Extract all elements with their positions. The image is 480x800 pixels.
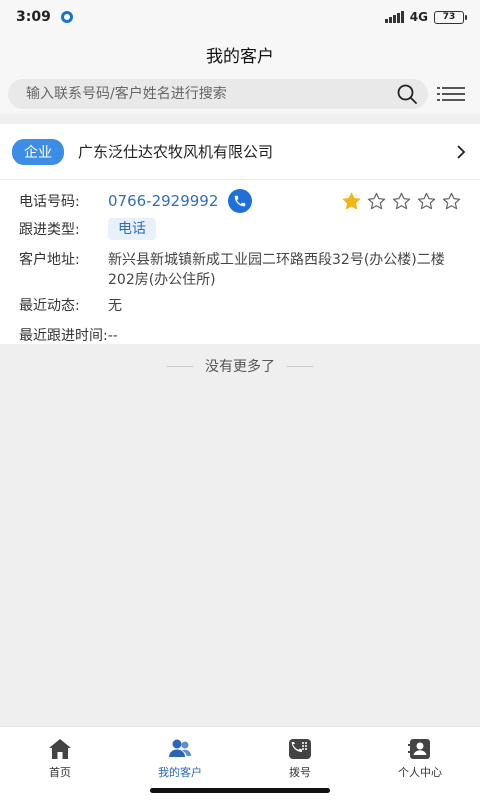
status-bar: 3:09 4G 73	[0, 0, 480, 34]
status-indicators: 4G 73	[384, 10, 467, 24]
customer-card-body: 电话号码: 0766-2929992 跟进类型: 电话 客户地址: 新兴县新城镇…	[0, 180, 480, 362]
followup-type-label: 跟进类型:	[19, 222, 80, 238]
last-followup-value: --	[107, 328, 118, 344]
star-empty-icon[interactable]	[417, 192, 436, 211]
tab-label-my-customers: 我的客户	[158, 766, 202, 779]
customers-icon	[168, 738, 192, 760]
home-icon	[48, 738, 72, 760]
notification-app-icon	[60, 11, 73, 23]
nav-bar: 我的客户	[0, 34, 480, 74]
rating-stars[interactable]	[342, 192, 461, 211]
star-filled-icon[interactable]	[342, 192, 361, 211]
tab-profile[interactable]: 个人中心	[360, 727, 480, 800]
phone-label: 电话号码:	[19, 194, 80, 210]
last-followup-label: 最近跟进时间:	[19, 328, 108, 344]
network-type: 4G	[409, 10, 428, 24]
star-empty-icon[interactable]	[442, 192, 461, 211]
followup-type-tag: 电话	[108, 218, 156, 240]
tab-home[interactable]: 首页	[0, 727, 120, 800]
search-input[interactable]	[26, 86, 396, 102]
tab-label-dialer: 拨号	[289, 766, 311, 779]
list-menu-icon[interactable]	[436, 79, 466, 109]
battery-icon: 73	[434, 10, 467, 24]
customer-card-header[interactable]: 企业 广东泛仕达农牧风机有限公司	[0, 124, 480, 180]
divider-line	[287, 365, 313, 367]
tab-label-profile: 个人中心	[398, 766, 442, 779]
address-label: 客户地址:	[19, 252, 80, 268]
tab-label-home: 首页	[49, 766, 71, 779]
search-box[interactable]	[8, 79, 428, 109]
phone-row: 电话号码: 0766-2929992	[19, 188, 461, 214]
profile-icon	[408, 738, 432, 760]
divider-line	[167, 365, 193, 367]
search-icon[interactable]	[396, 83, 418, 105]
company-name: 广东泛仕达农牧风机有限公司	[78, 143, 274, 161]
status-time: 3:09	[16, 9, 51, 25]
dialpad-icon	[288, 738, 312, 760]
search-row	[0, 74, 480, 114]
list-end-indicator: 没有更多了	[0, 352, 480, 380]
page-title: 我的客户	[206, 46, 274, 67]
no-more-text: 没有更多了	[205, 359, 275, 375]
address-value: 新兴县新城镇新成工业园二环路西段32号(办公楼)二楼202房(办公住所)	[108, 252, 445, 288]
phone-number[interactable]: 0766-2929992	[108, 191, 218, 211]
star-empty-icon[interactable]	[392, 192, 411, 211]
followup-type-row: 跟进类型: 电话	[19, 218, 461, 244]
recent-activity-label: 最近动态:	[19, 298, 80, 314]
address-row: 客户地址: 新兴县新城镇新成工业园二环路西段32号(办公楼)二楼202房(办公住…	[19, 248, 461, 290]
home-indicator[interactable]	[150, 788, 330, 793]
star-empty-icon[interactable]	[367, 192, 386, 211]
customer-type-badge: 企业	[12, 138, 64, 165]
customer-card[interactable]: 企业 广东泛仕达农牧风机有限公司 电话号码: 0766-2929992 跟进类型…	[0, 124, 480, 344]
battery-level: 73	[442, 12, 456, 22]
last-followup-row: 最近跟进时间: --	[19, 324, 461, 350]
signal-icon	[384, 11, 404, 23]
phone-call-icon[interactable]	[228, 189, 253, 213]
recent-activity-row: 最近动态: 无	[19, 294, 461, 320]
chevron-right-icon[interactable]	[454, 144, 468, 160]
recent-activity-value: 无	[108, 298, 122, 314]
